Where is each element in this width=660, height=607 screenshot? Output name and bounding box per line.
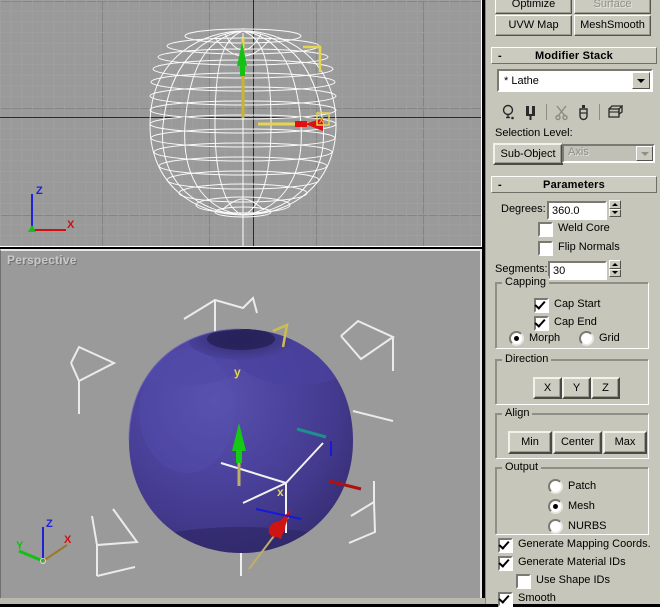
svg-text:X: X <box>64 534 72 546</box>
world-axis-tripod-front: Z X <box>20 182 80 236</box>
use-shape-ids-checkbox[interactable] <box>516 574 531 589</box>
show-end-result-icon[interactable] <box>498 102 520 122</box>
cap-end-label: Cap End <box>554 316 597 328</box>
degrees-input[interactable]: 360.0 <box>547 201 607 220</box>
morph-radio[interactable] <box>509 331 524 346</box>
segments-spinner-down[interactable] <box>609 268 621 277</box>
direction-group: Direction X Y Z <box>495 353 649 405</box>
rollout-collapse-icon-parameters[interactable]: - <box>498 179 502 191</box>
degrees-spinner[interactable] <box>609 200 621 217</box>
modifier-stack-selected-value: * Lathe <box>504 74 539 87</box>
output-nurbs-radio[interactable] <box>548 519 563 534</box>
morph-label: Morph <box>529 332 561 344</box>
output-group: Output Patch Mesh NURBS <box>495 461 649 535</box>
output-group-title: Output <box>502 461 542 473</box>
svg-text:Z: Z <box>36 185 43 197</box>
align-center-button[interactable]: Center <box>553 431 602 454</box>
capping-group-title: Capping <box>502 276 549 288</box>
direction-group-title: Direction <box>502 353 552 365</box>
modifier-button-optimize[interactable]: Optimize <box>495 0 572 14</box>
front-viewport[interactable]: x Z X <box>0 0 482 247</box>
generate-mapping-coords-checkbox[interactable] <box>498 538 513 553</box>
degrees-spinner-down[interactable] <box>609 208 621 217</box>
modifier-button-uvw-map[interactable]: UVW Map <box>495 15 572 36</box>
svg-text:Y: Y <box>16 540 24 552</box>
smooth-checkbox[interactable] <box>498 592 513 607</box>
direction-y-button[interactable]: Y <box>562 377 591 399</box>
svg-text:Z: Z <box>46 518 53 530</box>
output-patch-radio[interactable] <box>548 479 563 494</box>
modifier-stack-dropdown[interactable]: * Lathe <box>497 69 653 92</box>
use-shape-ids-label: Use Shape IDs <box>536 574 610 586</box>
weld-core-checkbox[interactable] <box>538 222 553 237</box>
align-group-title: Align <box>502 407 533 419</box>
modifier-stack-toolbar <box>498 101 648 123</box>
align-min-button[interactable]: Min <box>508 431 552 454</box>
viewport-bottom-strip <box>0 598 485 604</box>
degrees-value: 360.0 <box>552 204 580 217</box>
rollout-collapse-icon[interactable]: - <box>498 50 502 62</box>
segments-spinner-up[interactable] <box>609 260 621 269</box>
selection-level-label: Selection Level: <box>495 127 573 139</box>
rollout-header-parameters[interactable]: - Parameters <box>491 176 657 193</box>
cap-start-label: Cap Start <box>554 298 601 310</box>
segments-label: Segments: <box>495 263 548 275</box>
align-max-button[interactable]: Max <box>603 431 647 454</box>
smooth-label: Smooth <box>518 592 556 604</box>
output-mesh-label: Mesh <box>568 500 595 512</box>
degrees-label: Degrees: <box>501 203 546 215</box>
chevron-down-icon[interactable] <box>632 72 650 89</box>
command-panel: Optimize Surface UVW Map MeshSmooth - Mo… <box>485 0 660 607</box>
output-nurbs-label: NURBS <box>568 520 607 532</box>
degrees-spinner-up[interactable] <box>609 200 621 209</box>
toolbar-divider-2 <box>599 104 600 120</box>
modifier-button-surface: Surface <box>574 0 651 14</box>
svg-text:x: x <box>319 115 324 126</box>
svg-text:y: y <box>234 365 241 379</box>
rollout-title-parameters: Parameters <box>543 178 605 191</box>
segments-value: 30 <box>553 264 566 277</box>
weld-core-label: Weld Core <box>558 222 610 234</box>
direction-z-button[interactable]: Z <box>591 377 620 399</box>
viewport-area: x Z X Perspective y x Z X Y <box>0 0 485 604</box>
segments-input[interactable]: 30 <box>548 261 607 280</box>
sub-object-level-dropdown: Axis <box>562 144 655 163</box>
svg-text:x: x <box>277 485 284 499</box>
flip-normals-checkbox[interactable] <box>538 241 553 256</box>
perspective-viewport[interactable]: Perspective y x Z X Y <box>0 249 482 602</box>
grid-radio[interactable] <box>579 331 594 346</box>
cap-start-checkbox[interactable] <box>534 298 549 313</box>
toolbar-divider <box>546 104 547 120</box>
grid-label: Grid <box>599 332 620 344</box>
sub-object-button[interactable]: Sub-Object <box>493 143 563 165</box>
output-patch-label: Patch <box>568 480 597 492</box>
segments-spinner[interactable] <box>609 260 621 277</box>
cap-end-checkbox[interactable] <box>534 316 549 331</box>
world-axis-tripod-perspective: Z X Y <box>15 509 75 564</box>
make-unique-icon[interactable] <box>573 102 595 122</box>
generate-mapping-coords-label: Generate Mapping Coords. <box>518 538 651 550</box>
rollout-title-modifier-stack: Modifier Stack <box>535 49 613 62</box>
generate-material-ids-label: Generate Material IDs <box>518 556 626 568</box>
rollout-header-modifier-stack[interactable]: - Modifier Stack <box>491 47 657 64</box>
output-mesh-radio[interactable] <box>548 499 563 514</box>
modifier-button-meshsmooth[interactable]: MeshSmooth <box>574 15 651 36</box>
pin-stack-icon[interactable] <box>520 102 542 122</box>
capping-group: Capping Cap Start Cap End Morph Grid <box>495 276 649 349</box>
remove-modifier-icon <box>551 102 573 122</box>
flip-normals-label: Flip Normals <box>558 241 620 253</box>
edit-stack-icon[interactable] <box>604 102 626 122</box>
svg-text:X: X <box>67 219 75 231</box>
align-group: Align Min Center Max <box>495 407 649 459</box>
3dsmax-window: x Z X Perspective y x Z X Y Optimize Sur… <box>0 0 660 607</box>
chevron-down-icon-suboject <box>636 146 653 161</box>
generate-material-ids-checkbox[interactable] <box>498 556 513 571</box>
direction-x-button[interactable]: X <box>533 377 562 399</box>
